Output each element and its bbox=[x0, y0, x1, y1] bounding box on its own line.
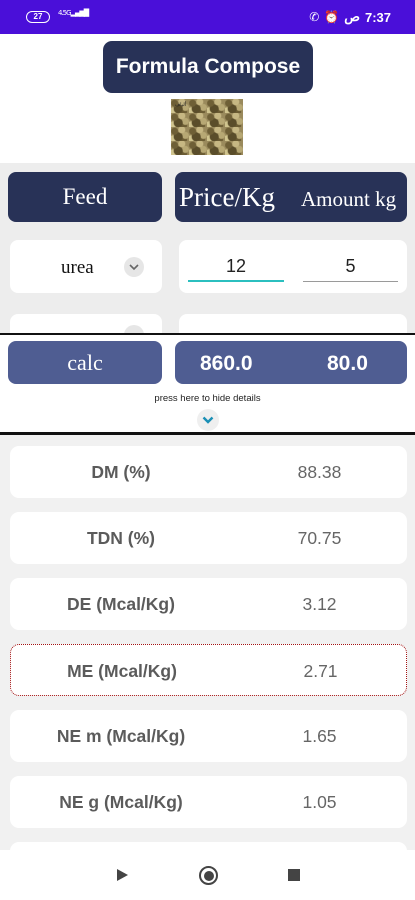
price-amount-header: Price/Kg Amount kg bbox=[175, 172, 407, 222]
home-icon[interactable] bbox=[199, 866, 218, 885]
detail-value: 88.38 bbox=[297, 462, 342, 482]
detail-label: ME (Mcal/Kg) bbox=[67, 661, 177, 681]
feed-select-card-2[interactable] bbox=[10, 314, 162, 334]
feed-thumbnail-image: ألياف bbox=[171, 99, 243, 155]
total-price: 860.0 bbox=[200, 352, 253, 375]
feed-select-card[interactable]: urea bbox=[10, 240, 162, 293]
detail-row-partial bbox=[10, 842, 407, 850]
feed-column-header: Feed bbox=[8, 172, 162, 222]
detail-value: 2.71 bbox=[303, 661, 338, 681]
detail-value: 1.05 bbox=[302, 792, 337, 812]
network-type: 4.5G bbox=[58, 9, 72, 17]
whatsapp-icon: ✆ bbox=[309, 10, 320, 24]
clock: 7:37 bbox=[364, 9, 391, 25]
detail-row-me[interactable]: ME (Mcal/Kg) 2.71 bbox=[10, 644, 407, 696]
detail-label: TDN (%) bbox=[86, 528, 156, 548]
totals-display: 860.0 80.0 bbox=[175, 341, 407, 384]
alarm-icon: ⏰ bbox=[324, 10, 340, 24]
detail-value: 1.65 bbox=[302, 726, 337, 746]
amount-input[interactable]: 5 bbox=[303, 252, 398, 282]
thumbnail-caption: ألياف bbox=[175, 102, 187, 108]
am-pm-label: ص bbox=[344, 9, 360, 24]
detail-label: NE g (Mcal/Kg) bbox=[59, 792, 183, 812]
detail-row-tdn: TDN (%) 70.75 bbox=[10, 512, 407, 564]
price-column-header: Price/Kg bbox=[179, 182, 275, 212]
detail-row-nem: NE m (Mcal/Kg) 1.65 bbox=[10, 710, 407, 762]
recents-icon[interactable] bbox=[288, 869, 300, 881]
nutrient-details-list: DM (%) 88.38 TDN (%) 70.75 DE (Mcal/Kg) … bbox=[0, 435, 415, 850]
detail-value: 70.75 bbox=[297, 528, 342, 548]
detail-label: DE (Mcal/Kg) bbox=[67, 594, 175, 614]
toggle-details-chevron-icon[interactable] bbox=[197, 409, 219, 431]
feed-select-value[interactable]: urea bbox=[61, 257, 94, 279]
calc-button[interactable]: calc bbox=[8, 341, 162, 384]
panel-divider bbox=[0, 333, 415, 335]
status-bar: 27 4.5G▂▄▆█ ✆ ⏰ ص 7:37 bbox=[0, 0, 415, 34]
chevron-down-icon[interactable] bbox=[124, 257, 144, 277]
detail-row-de: DE (Mcal/Kg) 3.12 bbox=[10, 578, 407, 630]
price-amount-card-2[interactable] bbox=[179, 314, 407, 334]
hide-details-hint[interactable]: press here to hide details bbox=[0, 393, 415, 404]
price-amount-card: 12 5 bbox=[179, 240, 407, 293]
detail-label: NE m (Mcal/Kg) bbox=[56, 726, 186, 746]
battery-icon: 27 bbox=[26, 11, 50, 23]
price-input[interactable]: 12 bbox=[188, 252, 284, 282]
detail-value: 3.12 bbox=[302, 594, 337, 614]
amount-column-header: Amount kg bbox=[301, 187, 397, 211]
system-nav-bar bbox=[0, 850, 415, 900]
detail-row-neg: NE g (Mcal/Kg) 1.05 bbox=[10, 776, 407, 828]
detail-label: DM (%) bbox=[91, 462, 151, 482]
signal-icon: 4.5G▂▄▆█ bbox=[58, 9, 89, 17]
formula-compose-button[interactable]: Formula Compose bbox=[103, 41, 313, 93]
total-amount: 80.0 bbox=[327, 352, 368, 375]
status-right: ✆ ⏰ ص 7:37 bbox=[309, 9, 391, 25]
detail-row-dm: DM (%) 88.38 bbox=[10, 446, 407, 498]
back-icon[interactable] bbox=[117, 869, 128, 881]
